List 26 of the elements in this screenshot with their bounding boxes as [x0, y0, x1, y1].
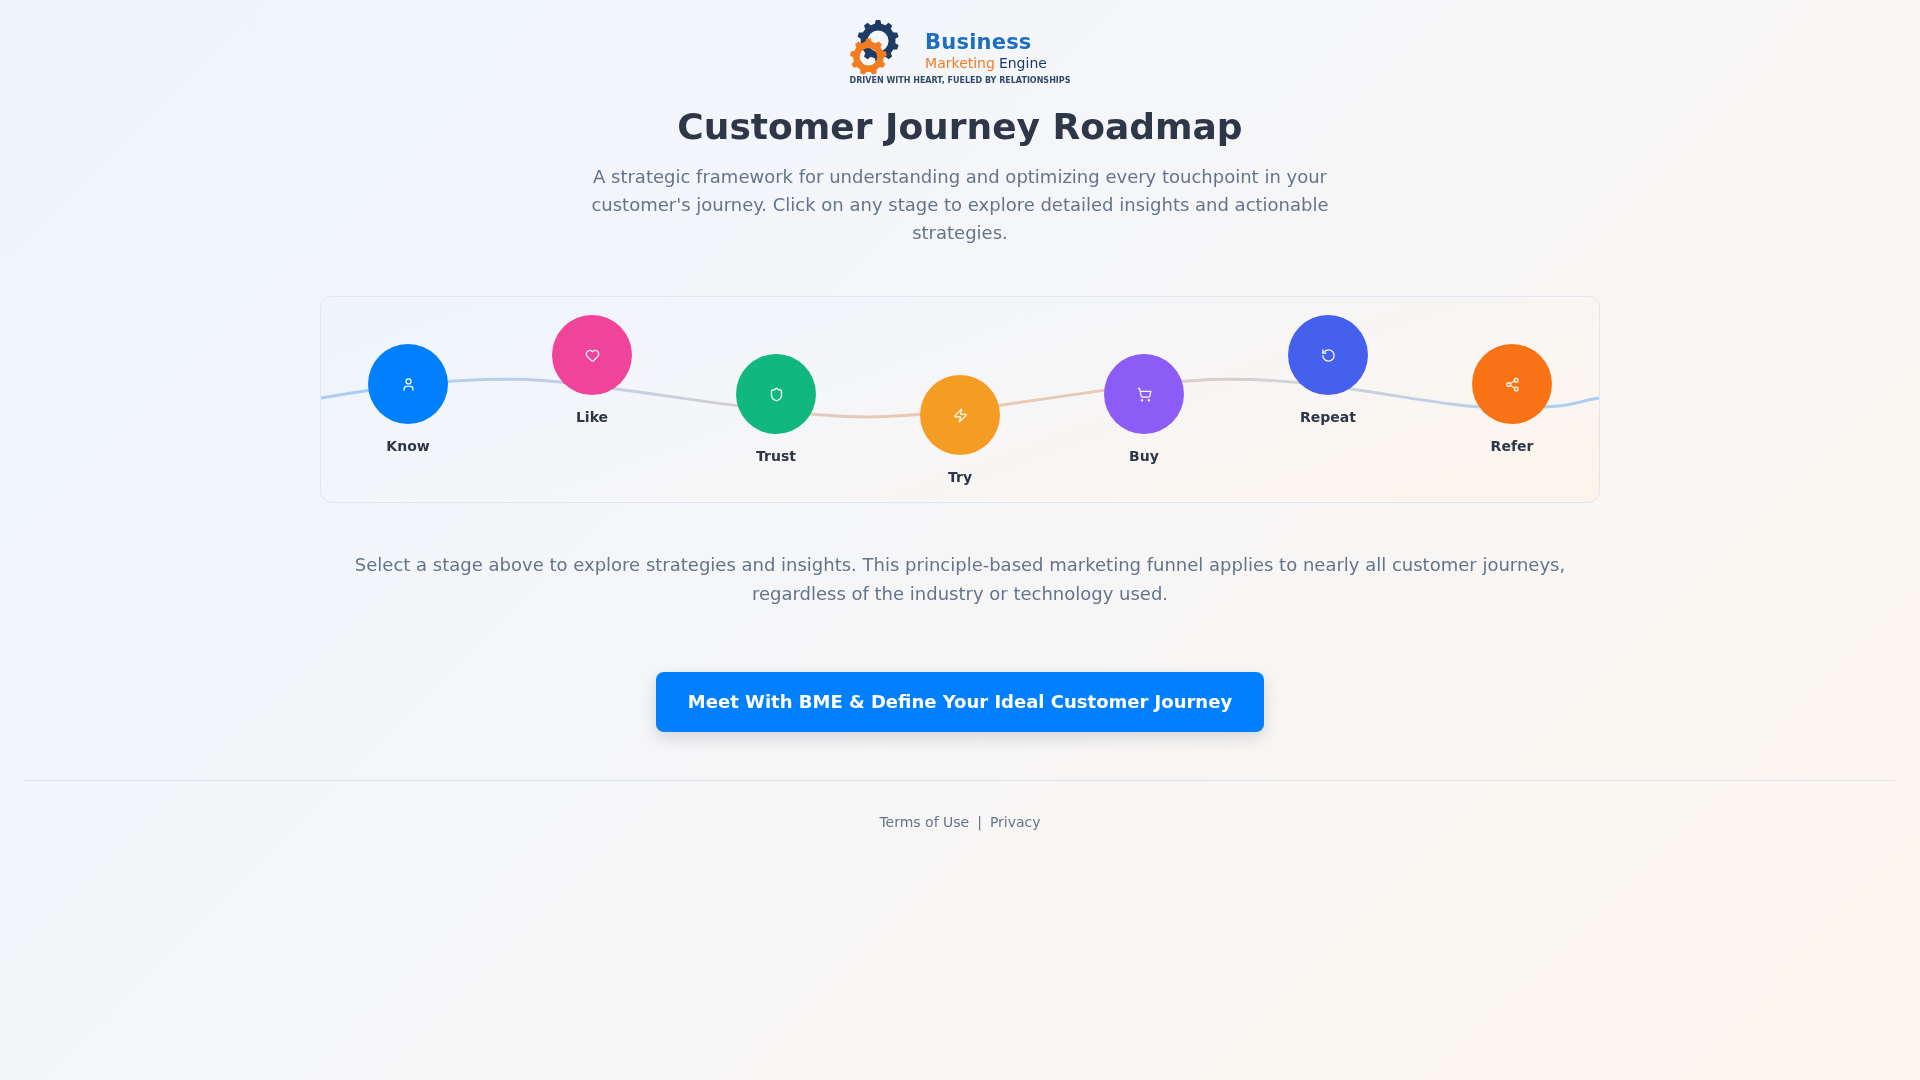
stage-label: Trust — [756, 447, 796, 466]
stage-label: Like — [575, 408, 609, 427]
intro-text: Select a stage above to explore strategies and insights. This principle-based marketing funnel applies to nearly all customer journeys, regardless of the industry or technology used. — [353, 553, 1567, 606]
footer-separator: | — [977, 812, 982, 832]
circular-arrow-icon — [1320, 347, 1336, 363]
logo-tagline: DRIVEN WITH HEART, FUELED BY RELATIONSHIPS — [849, 76, 1071, 86]
page-subtitle: A strategic framework for understanding and optimizing every touchpoint in your customer's journey. Click on any stage to explore detailed insights and actionable strategies. — [590, 165, 1330, 245]
person-icon — [400, 376, 416, 392]
footer-link[interactable]: Terms of Use — [879, 811, 970, 832]
stage-label: Refer — [1490, 437, 1534, 456]
logo-name: Business — [925, 30, 1032, 54]
stage-label: Repeat — [1300, 408, 1356, 427]
stage-label: Know — [386, 437, 430, 456]
page-title: Customer Journey Roadmap — [677, 105, 1243, 149]
logo-subname: Marketing — [925, 54, 995, 72]
gears-icon — [849, 20, 900, 76]
lightning-bolt-icon — [952, 407, 968, 423]
heart-icon — [584, 347, 600, 363]
shopping-cart-icon — [1136, 386, 1152, 402]
shield-icon — [768, 386, 784, 402]
logo-subname: Engine — [998, 54, 1047, 72]
stage-label: Buy — [1129, 447, 1159, 466]
cta-button[interactable]: Meet With BME & Define Your Ideal Customer Journey — [655, 671, 1265, 732]
stage-label: Try — [947, 468, 972, 487]
share-icon — [1504, 376, 1520, 392]
footer-link[interactable]: Privacy — [989, 811, 1041, 832]
